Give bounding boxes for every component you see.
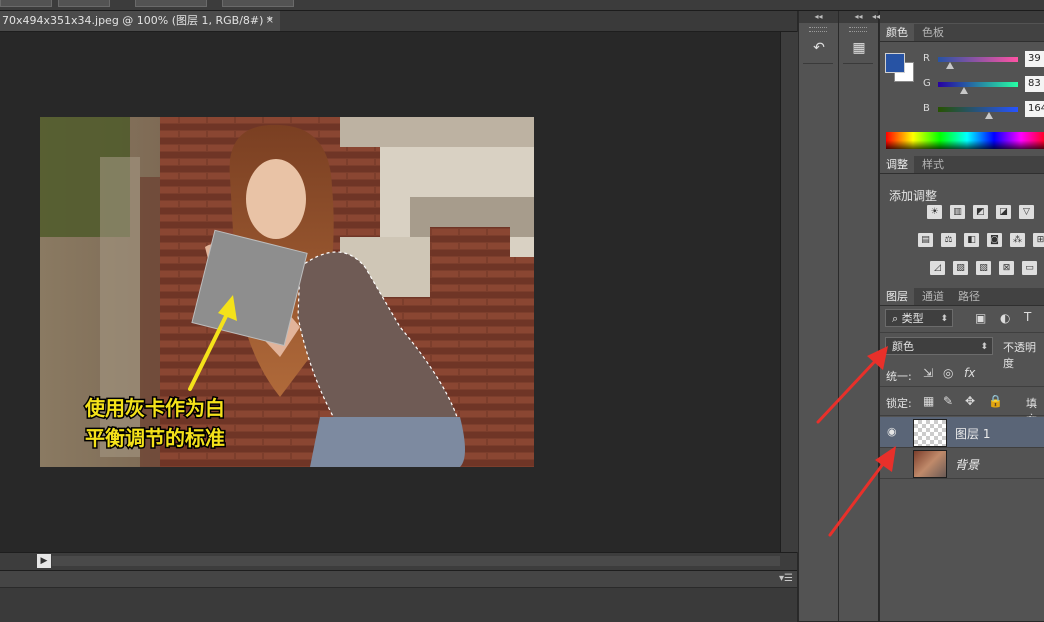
brightness-contrast-icon[interactable]: ☀: [927, 205, 942, 219]
dock-divider: [803, 63, 833, 64]
blend-mode-select[interactable]: 颜色 ⬍: [885, 337, 993, 355]
dock-divider: [843, 63, 873, 64]
channel-value-field[interactable]: 164: [1025, 101, 1044, 117]
divider: [880, 386, 1044, 387]
curves-icon[interactable]: ◩: [973, 205, 988, 219]
document-tab-bar: 70x494x351x34.jpeg @ 100% (图层 1, RGB/8#)…: [0, 11, 797, 32]
color-lookup-icon[interactable]: ⊞: [1033, 233, 1044, 247]
layer-row[interactable]: ◉ 图层 1: [880, 417, 1044, 448]
posterize-icon[interactable]: ▨: [953, 261, 968, 275]
threshold-icon[interactable]: ▧: [976, 261, 991, 275]
channel-label: B: [923, 103, 930, 114]
scrollbar-track[interactable]: [52, 556, 780, 566]
color-balance-icon[interactable]: ⚖: [941, 233, 956, 247]
timeline-panel-header: ▾☰: [0, 571, 797, 588]
history-icon[interactable]: ↶: [808, 37, 830, 59]
layer-row[interactable]: 背景: [880, 448, 1044, 479]
chevron-updown-icon: ⬍: [980, 342, 988, 352]
layer-filter-label: 类型: [901, 312, 924, 325]
photo-caption-line2: 平衡调节的标准: [85, 426, 225, 450]
pixel-filter-icon[interactable]: ▣: [975, 311, 986, 325]
unify-style-icon[interactable]: fx: [964, 366, 975, 380]
opacity-label: 不透明度: [1003, 341, 1036, 370]
levels-icon[interactable]: ▥: [950, 205, 965, 219]
divider: [880, 415, 1044, 416]
channel-slider[interactable]: [938, 82, 1018, 87]
channel-slider-thumb[interactable]: [946, 62, 954, 69]
channel-mixer-icon[interactable]: ⁂: [1010, 233, 1025, 247]
unify-visibility-icon[interactable]: ◎: [943, 366, 953, 380]
scroll-right-arrow-icon[interactable]: ▶: [37, 554, 51, 568]
tab-adjustments[interactable]: 调整: [880, 156, 914, 173]
layer-thumbnail: [913, 419, 947, 447]
dock-collapse-icon[interactable]: ◂◂: [799, 11, 838, 23]
tab-color[interactable]: 颜色: [880, 24, 914, 41]
options-bar: [0, 0, 1044, 11]
dock-grip[interactable]: [809, 27, 827, 32]
close-tab-icon[interactable]: ×: [266, 11, 274, 31]
adjustments-title: 添加调整: [889, 189, 938, 203]
type-filter-icon[interactable]: T: [1024, 310, 1031, 324]
vibrance-icon[interactable]: ▽: [1019, 205, 1034, 219]
options-bar-control[interactable]: [135, 0, 207, 7]
tab-styles[interactable]: 样式: [916, 156, 950, 173]
document-image[interactable]: 使用灰卡作为白 平衡调节的标准: [40, 117, 534, 467]
tab-channels[interactable]: 通道: [916, 288, 950, 305]
hue-saturation-icon[interactable]: ▤: [918, 233, 933, 247]
divider: [880, 332, 1044, 333]
color-panel-tabs: 颜色 色板: [880, 24, 1044, 42]
lock-position-icon[interactable]: ✥: [965, 394, 975, 408]
panel-stack-header: ◂◂: [872, 11, 1044, 23]
channel-label: G: [923, 78, 931, 89]
channel-slider[interactable]: [938, 107, 1018, 112]
adjustment-filter-icon[interactable]: ◐: [1000, 311, 1010, 325]
channel-value-field[interactable]: 83: [1025, 76, 1044, 92]
photo-illustration: 使用灰卡作为白 平衡调节的标准: [40, 117, 534, 467]
layer-name: 背景: [955, 458, 980, 472]
channel-slider-thumb[interactable]: [985, 112, 994, 119]
document-tab-title: 70x494x351x34.jpeg @ 100% (图层 1, RGB/8#)…: [2, 14, 273, 27]
lock-image-icon[interactable]: ✎: [943, 394, 953, 408]
dock-grip[interactable]: [849, 27, 867, 32]
panel-menu-icon[interactable]: ▾☰: [779, 573, 793, 584]
right-panel-stack: ◂◂ 颜色 色板 R 39 G 83 B 164 调整 样式 添加调整 ☀ ▥ ◩ ◪ ▽ ▤ ⚖ ◧ ◙…: [872, 11, 1044, 621]
annotation-arrow: [816, 356, 880, 424]
properties-icon[interactable]: ▦: [848, 37, 870, 59]
chevron-updown-icon: ⬍: [940, 314, 948, 324]
vertical-scrollbar[interactable]: [780, 32, 798, 552]
tab-swatches[interactable]: 色板: [916, 24, 950, 41]
invert-icon[interactable]: ◿: [930, 261, 945, 275]
color-ramp[interactable]: [886, 132, 1044, 149]
unify-position-icon[interactable]: ⇲: [923, 366, 933, 380]
layers-panel-tabs: 图层 通道 路径: [880, 288, 1044, 306]
tab-paths[interactable]: 路径: [952, 288, 986, 305]
channel-slider-thumb[interactable]: [960, 87, 969, 94]
options-bar-control[interactable]: [0, 0, 52, 7]
foreground-color-swatch[interactable]: [885, 53, 905, 73]
dock-collapse-icon[interactable]: ◂◂: [872, 11, 880, 23]
layer-thumbnail: [913, 450, 947, 478]
lock-all-icon[interactable]: 🔒: [988, 394, 1003, 408]
adjustments-panel-tabs: 调整 样式: [880, 156, 1044, 174]
channel-label: R: [923, 53, 930, 64]
options-bar-control[interactable]: [222, 0, 294, 7]
exposure-icon[interactable]: ◪: [996, 205, 1011, 219]
channel-value-field[interactable]: 39: [1025, 51, 1044, 67]
layer-filter-select[interactable]: ⌕ 类型 ⬍: [885, 309, 953, 327]
options-bar-control[interactable]: [58, 0, 110, 7]
selective-color-icon[interactable]: ⊠: [999, 261, 1014, 275]
tab-layers[interactable]: 图层: [880, 288, 914, 305]
annotation-arrow: [828, 458, 888, 537]
search-icon: ⌕: [892, 312, 899, 325]
gradient-map-icon[interactable]: ▭: [1022, 261, 1037, 275]
lock-transparent-icon[interactable]: ▦: [923, 394, 934, 408]
document-tab[interactable]: 70x494x351x34.jpeg @ 100% (图层 1, RGB/8#)…: [0, 11, 280, 31]
layer-name: 图层 1: [955, 427, 991, 441]
photo-filter-icon[interactable]: ◙: [987, 233, 1002, 247]
photo-caption-line1: 使用灰卡作为白: [84, 396, 225, 420]
horizontal-scrollbar[interactable]: ▶: [0, 552, 797, 570]
annotation-arrows: [816, 346, 896, 537]
timeline-panel: ▾☰: [0, 570, 797, 622]
black-white-icon[interactable]: ◧: [964, 233, 979, 247]
